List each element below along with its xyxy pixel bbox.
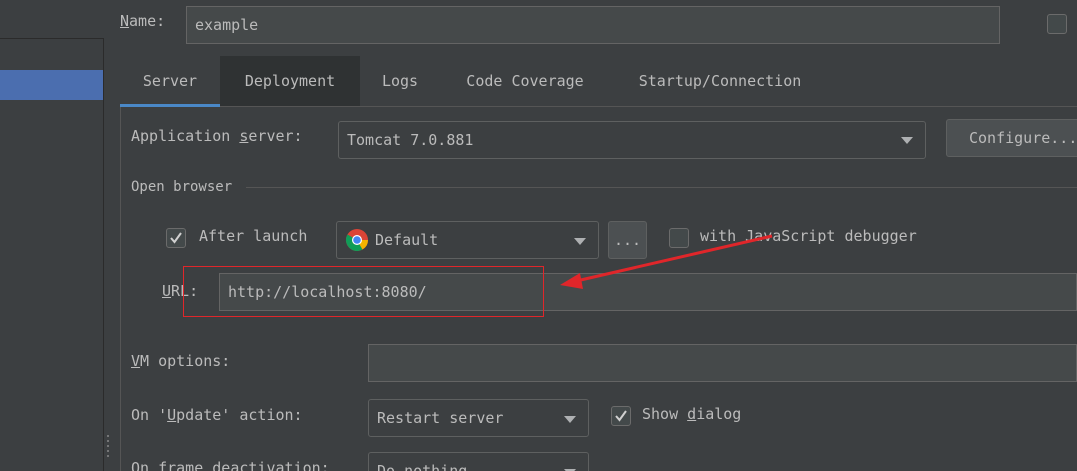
frame-deactivation-label: On frame deactivation: <box>131 459 330 471</box>
name-field[interactable]: example <box>186 6 1000 44</box>
chevron-down-icon <box>564 416 576 423</box>
open-browser-section-label: Open browser <box>131 179 233 195</box>
sidebar-divider <box>103 38 104 471</box>
share-checkbox[interactable] <box>1047 14 1067 34</box>
update-action-combo[interactable]: Restart server <box>368 399 589 437</box>
sidebar-selected-item[interactable] <box>0 70 103 100</box>
configure-label: Configure... <box>969 129 1077 147</box>
app-server-value: Tomcat 7.0.881 <box>347 131 474 149</box>
show-dialog-checkbox[interactable] <box>611 406 631 426</box>
splitter-handle[interactable] <box>106 433 112 459</box>
app-server-label: Application server: <box>131 127 303 145</box>
grip-icon <box>107 435 109 457</box>
checkmark-icon <box>170 232 182 244</box>
section-divider <box>246 187 1077 188</box>
chrome-icon <box>346 229 368 251</box>
frame-deactivation-combo[interactable]: Do nothing <box>368 452 589 471</box>
checkmark-icon <box>615 410 627 422</box>
tab-deployment[interactable]: Deployment <box>220 56 360 106</box>
vm-options-field[interactable] <box>368 344 1077 382</box>
show-dialog-label: Show dialog <box>642 405 742 423</box>
annotation-arrow <box>560 234 773 289</box>
after-launch-checkbox[interactable] <box>166 228 186 248</box>
frame-deactivation-value: Do nothing <box>377 462 468 471</box>
update-action-value: Restart server <box>377 409 504 427</box>
vm-options-label: VM options: <box>131 352 231 370</box>
sidebar-top-border <box>0 38 104 39</box>
browser-value: Default <box>375 231 439 249</box>
name-value: example <box>195 16 259 34</box>
app-server-combo[interactable]: Tomcat 7.0.881 <box>338 121 926 159</box>
after-launch-label: After launch <box>199 227 308 245</box>
tab-code-coverage[interactable]: Code Coverage <box>446 56 604 106</box>
name-label: Name: <box>120 12 166 30</box>
tab-server[interactable]: Server <box>120 56 220 106</box>
annotation-highlight-box <box>183 266 544 317</box>
tab-startup-connection[interactable]: Startup/Connection <box>618 56 822 106</box>
tab-logs[interactable]: Logs <box>362 56 438 106</box>
chevron-down-icon <box>901 137 913 144</box>
configure-button[interactable]: Configure... <box>946 119 1077 157</box>
update-action-label: On 'Update' action: <box>131 406 303 424</box>
